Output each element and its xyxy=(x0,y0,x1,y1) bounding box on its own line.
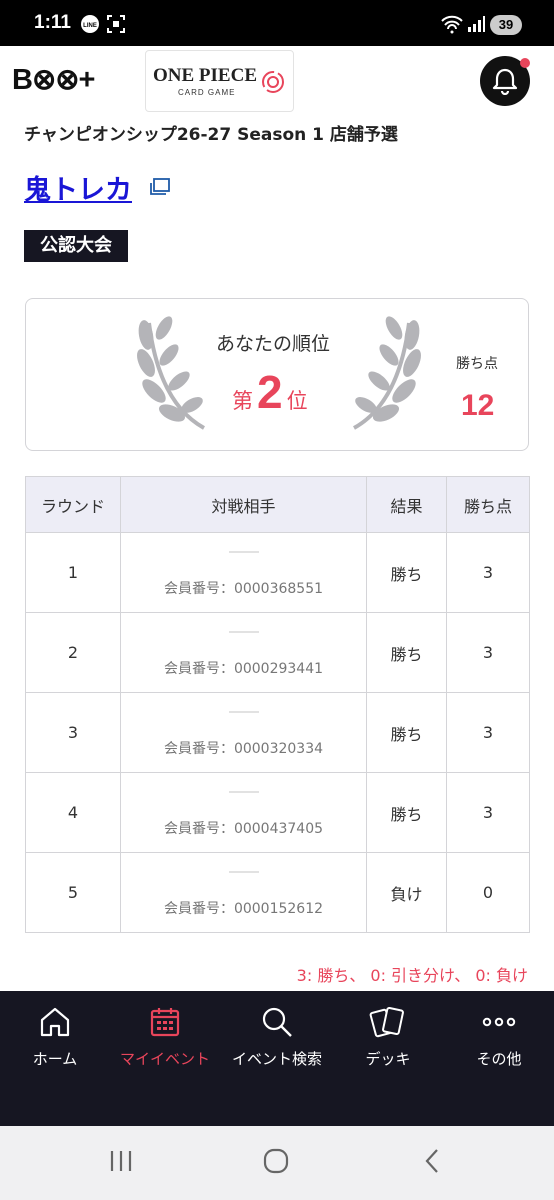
opponent-name-redacted xyxy=(228,631,259,633)
opponent-cell[interactable]: 会員番号：0000320334 xyxy=(120,692,367,773)
points-cell: 3 xyxy=(446,772,530,853)
member-number: 会員番号：0000320334 xyxy=(163,741,324,757)
table-row: 1 会員番号：0000368551 勝ち 3 xyxy=(25,532,530,613)
round-cell: 1 xyxy=(25,532,121,613)
nav-my-events[interactable]: マイイベント xyxy=(110,991,220,1126)
opponent-cell[interactable]: 会員番号：0000437405 xyxy=(120,772,367,853)
result-cell: 勝ち xyxy=(366,692,447,773)
opponent-name-redacted xyxy=(228,711,259,713)
table-row: 2 会員番号：0000293441 勝ち 3 xyxy=(25,612,530,693)
table-header-row: ラウンド 対戦相手 結果 勝ち点 xyxy=(25,476,530,533)
table-row: 3 会員番号：0000320334 勝ち 3 xyxy=(25,692,530,773)
search-icon xyxy=(262,1007,292,1037)
home-icon xyxy=(40,1007,70,1037)
nav-my-events-label: マイイベント xyxy=(119,1050,210,1068)
back-icon[interactable] xyxy=(418,1146,448,1176)
nav-deck-label: デッキ xyxy=(365,1050,411,1068)
result-cell: 負け xyxy=(366,852,447,933)
opponent-cell[interactable]: 会員番号：0000293441 xyxy=(120,612,367,693)
battery-indicator: 39 xyxy=(490,15,522,35)
col-points: 勝ち点 xyxy=(446,476,530,533)
opponent-cell[interactable]: 会員番号：0000152612 xyxy=(120,852,367,933)
points-cell: 3 xyxy=(446,612,530,693)
nav-home-label: ホーム xyxy=(32,1050,78,1068)
opponent-name-redacted xyxy=(228,791,259,793)
round-cell: 3 xyxy=(25,692,121,773)
rank-prefix: 第 xyxy=(232,389,253,413)
round-cell: 4 xyxy=(25,772,121,853)
rank-card: あなたの順位 第2 位 勝ち点 12 xyxy=(25,298,529,451)
nav-home[interactable]: ホーム xyxy=(0,991,110,1126)
laurel-right-icon xyxy=(353,316,421,430)
nav-deck[interactable]: デッキ xyxy=(333,991,443,1126)
result-cell: 勝ち xyxy=(366,612,447,693)
more-icon xyxy=(482,1017,516,1027)
notification-dot xyxy=(520,58,530,68)
game-logo-title: ONE PIECE xyxy=(153,65,257,86)
laurel-left-icon xyxy=(137,316,205,430)
swap-icon xyxy=(262,71,284,93)
opponent-name-redacted xyxy=(228,551,259,553)
store-link[interactable]: 鬼トレカ xyxy=(24,168,132,207)
game-switcher[interactable]: ONE PIECE CARD GAME xyxy=(145,50,294,112)
cards-icon xyxy=(369,1006,404,1038)
nav-event-search-label: イベント検索 xyxy=(231,1050,322,1068)
svg-text:LINE: LINE xyxy=(83,23,97,29)
external-link-icon[interactable] xyxy=(147,177,171,197)
member-number: 会員番号：0000293441 xyxy=(163,661,324,677)
result-cell: 勝ち xyxy=(366,772,447,853)
screenshot-icon xyxy=(107,15,125,33)
table-row: 5 会員番号：0000152612 負け 0 xyxy=(25,852,530,933)
status-time: 1:11 xyxy=(34,12,71,33)
col-result: 結果 xyxy=(366,476,447,533)
nav-event-search[interactable]: イベント検索 xyxy=(222,991,332,1126)
official-tournament-tag: 公認大会 xyxy=(24,230,128,262)
table-row: 4 会員番号：0000437405 勝ち 3 xyxy=(25,772,530,853)
rank-suffix: 位 xyxy=(286,389,308,413)
round-cell: 2 xyxy=(25,612,121,693)
opponent-name-redacted xyxy=(228,871,259,873)
signal-icon xyxy=(468,16,485,32)
results-table: ラウンド 対戦相手 結果 勝ち点 1 会員番号：0000368551 勝ち 3 … xyxy=(25,476,530,933)
points-cell: 0 xyxy=(446,852,530,933)
calendar-icon xyxy=(150,1008,180,1037)
app-header: B⊗⊗+ ONE PIECE CARD GAME xyxy=(0,46,554,116)
points-value: 12 xyxy=(461,389,495,422)
bell-icon xyxy=(492,68,518,95)
opponent-cell[interactable]: 会員番号：0000368551 xyxy=(120,532,367,613)
rank-number: 2 xyxy=(257,366,283,418)
line-app-icon: LINE xyxy=(81,15,99,33)
brand-logo[interactable]: B⊗⊗+ xyxy=(12,62,95,97)
bottom-nav: ホーム マイイベント イベント検索 デッキ その他 xyxy=(0,991,554,1126)
game-logo-subtitle: CARD GAME xyxy=(178,88,236,97)
points-cell: 3 xyxy=(446,532,530,613)
recent-apps-icon[interactable] xyxy=(106,1146,136,1176)
event-title: チャンピオンシップ26-27 Season 1 店舗予選 xyxy=(24,125,398,145)
member-number: 会員番号：0000152612 xyxy=(163,901,324,917)
nav-other-label: その他 xyxy=(476,1050,522,1068)
home-button-icon[interactable] xyxy=(261,1146,291,1176)
col-round: ラウンド xyxy=(25,476,121,533)
member-number: 会員番号：0000368551 xyxy=(163,581,324,597)
points-label: 勝ち点 xyxy=(456,356,498,372)
system-nav-bar xyxy=(0,1126,554,1200)
rank-label: あなたの順位 xyxy=(216,333,331,355)
notification-button[interactable] xyxy=(480,56,530,106)
result-cell: 勝ち xyxy=(366,532,447,613)
wifi-icon xyxy=(441,15,463,34)
round-cell: 5 xyxy=(25,852,121,933)
record-summary: 3: 勝ち、 0: 引き分け、 0: 負け xyxy=(296,966,528,985)
points-cell: 3 xyxy=(446,692,530,773)
member-number: 会員番号：0000437405 xyxy=(163,821,324,837)
rank-value: 第2 位 xyxy=(232,365,308,419)
col-opponent: 対戦相手 xyxy=(120,476,367,533)
status-bar: 1:11 LINE 39 xyxy=(0,0,554,46)
nav-other[interactable]: その他 xyxy=(444,991,554,1126)
